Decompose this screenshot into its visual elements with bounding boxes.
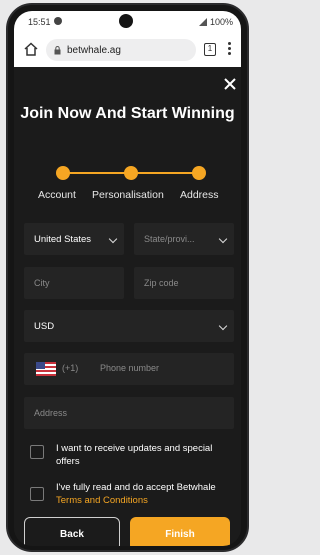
signal-icon xyxy=(198,18,207,26)
status-bar: 15:51 100% xyxy=(14,11,241,33)
battery-percent: 100% xyxy=(209,17,233,27)
country-select[interactable]: United States xyxy=(24,223,124,255)
currency-value: USD xyxy=(34,320,55,332)
terms-checkbox[interactable] xyxy=(30,487,44,501)
chevron-down-icon xyxy=(218,234,228,244)
city-placeholder: City xyxy=(34,278,50,288)
signup-modal: Join Now And Start Winning Account Perso… xyxy=(14,67,241,546)
chevron-down-icon xyxy=(108,234,118,244)
status-time: 15:51 xyxy=(28,17,51,27)
camera-notch xyxy=(119,14,133,28)
currency-select[interactable]: USD xyxy=(24,310,234,342)
notification-icon xyxy=(54,17,62,25)
city-input[interactable]: City xyxy=(24,267,124,299)
finish-button[interactable]: Finish xyxy=(130,517,230,546)
address-placeholder: Address xyxy=(34,408,68,418)
lock-icon xyxy=(54,45,61,54)
progress-stepper xyxy=(56,166,206,180)
status-right: 100% xyxy=(198,17,233,27)
country-value: United States xyxy=(34,233,92,245)
tabs-button[interactable]: 1 xyxy=(204,43,216,56)
phone-country-code: (+1) xyxy=(62,363,79,373)
zip-placeholder: Zip code xyxy=(144,278,179,288)
url-text: betwhale.ag xyxy=(67,44,121,56)
step-dot-account xyxy=(56,166,70,180)
terms-label: I've fully read and do accept Betwhale T… xyxy=(56,481,226,507)
step-dot-personalisation xyxy=(124,166,138,180)
back-button[interactable]: Back xyxy=(24,517,120,546)
step-label-account: Account xyxy=(38,189,76,201)
zip-input[interactable]: Zip code xyxy=(134,267,234,299)
phone-placeholder: Phone number xyxy=(100,363,160,373)
state-placeholder: State/provi... xyxy=(144,234,195,244)
us-flag-icon[interactable] xyxy=(36,362,56,376)
step-label-personalisation: Personalisation xyxy=(92,189,164,201)
address-bar[interactable]: betwhale.ag xyxy=(46,39,196,61)
chevron-down-icon xyxy=(218,321,228,331)
home-icon[interactable] xyxy=(24,42,38,56)
overflow-menu-icon[interactable] xyxy=(228,42,232,55)
updates-label: I want to receive updates and special of… xyxy=(56,443,213,467)
step-dot-address xyxy=(192,166,206,180)
phone-frame: 15:51 100% betwhale.ag 1 Join Now And St… xyxy=(6,3,249,552)
browser-toolbar: betwhale.ag 1 xyxy=(14,33,241,67)
state-select[interactable]: State/provi... xyxy=(134,223,234,255)
terms-prefix: I've fully read and do accept Betwhale xyxy=(56,482,216,493)
updates-checkbox[interactable] xyxy=(30,445,44,459)
page-title: Join Now And Start Winning xyxy=(20,105,235,122)
step-label-address: Address xyxy=(180,189,219,201)
screen: 15:51 100% betwhale.ag 1 Join Now And St… xyxy=(14,11,241,546)
address-input[interactable]: Address xyxy=(24,397,234,429)
phone-input[interactable]: (+1) Phone number xyxy=(24,353,234,385)
terms-link[interactable]: Terms and Conditions xyxy=(56,495,148,506)
close-icon[interactable] xyxy=(223,77,237,91)
